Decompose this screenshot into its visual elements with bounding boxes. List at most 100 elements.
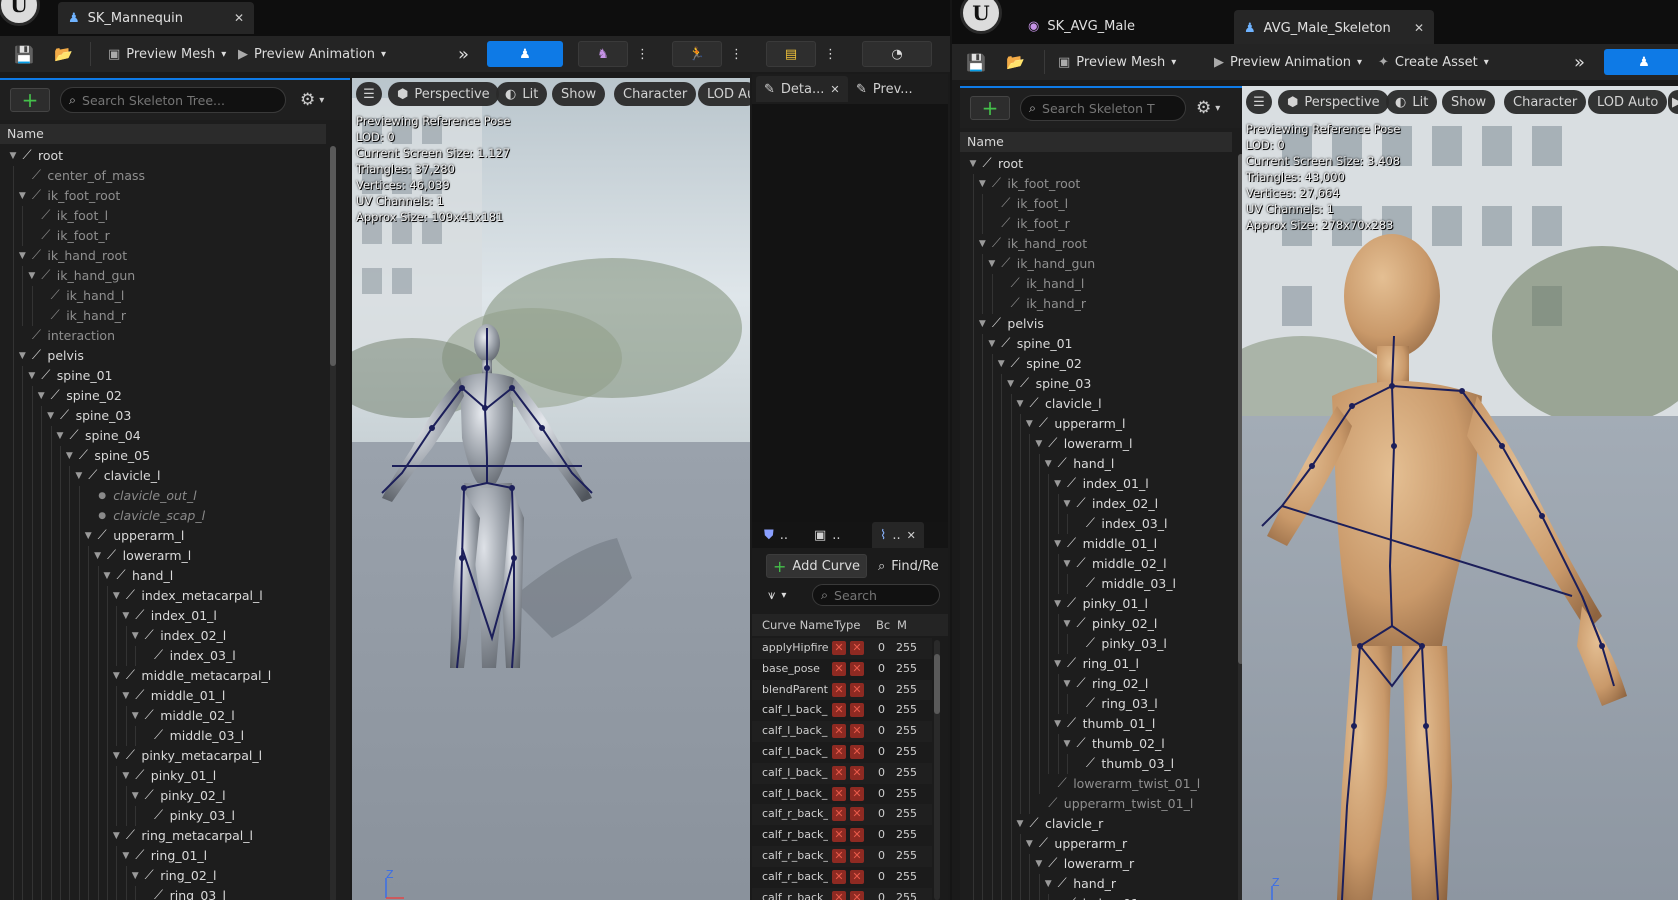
tree-row[interactable]: ⟋ ik_hand_r — [960, 294, 1232, 314]
tree-row[interactable]: ▼ ⟋ ik_hand_gun — [960, 254, 1232, 274]
tree-row[interactable]: ▼ ⟋ ik_foot_root — [0, 186, 326, 206]
morph-target-curve-icon[interactable]: ✕ — [832, 765, 846, 780]
tree-row[interactable]: ▼ ⟋ ik_hand_root — [960, 234, 1232, 254]
perspective-button[interactable]: ⬢ Perspective — [388, 82, 499, 106]
tree-settings-button[interactable]: ⚙ ▾ — [300, 88, 324, 112]
tree-row[interactable]: ▼ ⟋ pinky_02_l — [0, 786, 326, 806]
expand-arrow-icon[interactable]: ▼ — [1062, 734, 1072, 754]
expand-arrow-icon[interactable]: ▼ — [36, 386, 46, 406]
expand-arrow-icon[interactable]: ▼ — [1062, 674, 1072, 694]
morph-target-curve-icon[interactable]: ✕ — [832, 890, 846, 900]
tree-row[interactable]: ▼ ⟋ pelvis — [0, 346, 326, 366]
scrollbar-thumb[interactable] — [934, 654, 940, 714]
expand-arrow-icon[interactable]: ▼ — [46, 406, 56, 426]
tree-row[interactable]: ▼ ⟋ hand_l — [960, 454, 1232, 474]
tree-row[interactable]: ⟋ middle_03_l — [0, 726, 326, 746]
add-bone-button[interactable]: + — [10, 88, 50, 112]
lit-button[interactable]: ◐ Lit — [496, 82, 548, 106]
tree-row[interactable]: ▼ ⟋ middle_02_l — [960, 554, 1232, 574]
tree-row[interactable]: ⟋ ik_foot_l — [960, 194, 1232, 214]
expand-arrow-icon[interactable]: ▼ — [968, 154, 978, 174]
curve-row[interactable]: calf_l_back_5 ✕ ✕ 0 255 — [752, 700, 932, 721]
lod-button[interactable]: LOD Auto — [698, 82, 750, 106]
physics-mode-button[interactable]: ◔ — [862, 41, 932, 67]
play-button[interactable]: ▶ — [1668, 90, 1678, 114]
tree-row[interactable]: ▼ ⟋ pinky_metacarpal_l — [0, 746, 326, 766]
character-button[interactable]: Character — [1504, 90, 1587, 114]
material-curve-icon[interactable]: ✕ — [850, 869, 864, 884]
expand-arrow-icon[interactable]: ▼ — [1053, 534, 1063, 554]
material-curve-icon[interactable]: ✕ — [850, 890, 864, 900]
tree-row[interactable]: ● clavicle_out_l — [0, 486, 326, 506]
tree-row[interactable]: ⟋ ik_hand_l — [0, 286, 326, 306]
tab-anim-curves[interactable]: ⌇ .. ✕ — [872, 522, 924, 548]
material-curve-icon[interactable]: ✕ — [850, 807, 864, 822]
tree-row[interactable]: ▼ ⟋ middle_01_l — [960, 534, 1232, 554]
expand-arrow-icon[interactable]: ▼ — [121, 686, 131, 706]
find-replace-button[interactable]: ⌕ Find/Re — [872, 554, 945, 578]
expand-arrow-icon[interactable]: ▼ — [1034, 854, 1044, 874]
tab-details[interactable]: ✎ Deta... ✕ — [756, 76, 848, 102]
close-icon[interactable]: ✕ — [234, 11, 244, 25]
scrollbar-thumb[interactable] — [330, 146, 336, 366]
toolbar-overflow-icon[interactable]: » — [1568, 49, 1591, 75]
viewport-options-button[interactable]: ☰ — [1246, 90, 1272, 114]
tab-preview-settings[interactable]: ✎ Prev... — [848, 76, 921, 102]
tree-row[interactable]: ▼ ⟋ spine_01 — [0, 366, 326, 386]
expand-arrow-icon[interactable]: ▼ — [1062, 614, 1072, 634]
tree-row[interactable]: ⟋ center_of_mass — [0, 166, 326, 186]
material-curve-icon[interactable]: ✕ — [850, 661, 864, 676]
morph-target-curve-icon[interactable]: ✕ — [832, 786, 846, 801]
skeleton-mode-button[interactable]: ♟ — [487, 41, 563, 67]
expand-arrow-icon[interactable]: ▼ — [987, 334, 997, 354]
expand-arrow-icon[interactable]: ▼ — [1053, 894, 1063, 900]
material-curve-icon[interactable]: ✕ — [850, 682, 864, 697]
expand-arrow-icon[interactable]: ▼ — [1062, 554, 1072, 574]
tree-row[interactable]: ⟋ ik_hand_r — [0, 306, 326, 326]
expand-arrow-icon[interactable]: ▼ — [121, 846, 131, 866]
tree-row[interactable]: ▼ ⟋ clavicle_r — [960, 814, 1232, 834]
expand-arrow-icon[interactable]: ▼ — [977, 234, 987, 254]
curve-search-input[interactable] — [834, 587, 931, 603]
tree-row[interactable]: ▼⟋ index_01_r — [960, 894, 1232, 900]
expand-arrow-icon[interactable]: ▼ — [121, 766, 131, 786]
lit-button[interactable]: ◐ Lit — [1386, 90, 1438, 114]
morph-target-curve-icon[interactable]: ✕ — [832, 641, 846, 655]
morph-target-curve-icon[interactable]: ✕ — [832, 724, 846, 739]
tree-row[interactable]: ▼ ⟋ ring_01_l — [960, 654, 1232, 674]
preview-mesh-button[interactable]: ▣ Preview Mesh ▾ — [1052, 49, 1182, 75]
tree-row[interactable]: ▼ ⟋ index_02_l — [0, 626, 326, 646]
tree-row[interactable]: ⟋ upperarm_twist_01_l — [960, 794, 1232, 814]
expand-arrow-icon[interactable]: ▼ — [1062, 494, 1072, 514]
tree-row[interactable]: ▼ ⟋ index_01_l — [960, 474, 1232, 494]
tree-row[interactable]: ▼ ⟋ ik_foot_root — [960, 174, 1232, 194]
left-viewport[interactable]: ☰ ⬢ Perspective ◐ Lit Show Character LOD A… — [352, 78, 750, 900]
morph-target-curve-icon[interactable]: ✕ — [832, 869, 846, 884]
expand-arrow-icon[interactable]: ▼ — [55, 426, 65, 446]
expand-arrow-icon[interactable]: ▼ — [130, 866, 140, 886]
tree-row[interactable]: ⟋ ik_foot_r — [960, 214, 1232, 234]
tab-blend-profile[interactable]: ⛊.. — [756, 522, 796, 548]
curve-row[interactable]: calf_r_back_1 ✕ ✕ 0 255 — [752, 845, 932, 867]
tree-row[interactable]: ▼ ⟋ hand_l — [0, 566, 326, 586]
unreal-logo-icon[interactable]: U — [0, 0, 40, 26]
preview-animation-button[interactable]: ▶ Preview Animation ▾ — [232, 41, 392, 67]
mesh-mode-button[interactable]: ♞ — [578, 41, 628, 67]
expand-arrow-icon[interactable]: ▼ — [17, 346, 27, 366]
expand-arrow-icon[interactable]: ▼ — [1024, 834, 1034, 854]
tree-row[interactable]: ▼ ⟋ ring_02_l — [0, 866, 326, 886]
tree-row[interactable]: ▼ ⟋ lowerarm_l — [0, 546, 326, 566]
expand-arrow-icon[interactable]: ▼ — [17, 246, 27, 266]
material-curve-icon[interactable]: ✕ — [850, 724, 864, 739]
preview-mesh-button[interactable]: ▣ Preview Mesh ▾ — [102, 41, 232, 67]
morph-target-curve-icon[interactable]: ✕ — [832, 703, 846, 718]
curve-scrollbar[interactable] — [934, 640, 940, 900]
expand-arrow-icon[interactable]: ▼ — [1043, 874, 1053, 894]
tree-row[interactable]: ⟋ thumb_03_l — [960, 754, 1232, 774]
type-header[interactable]: Type — [834, 614, 860, 636]
tree-row[interactable]: ▼ ⟋ upperarm_l — [0, 526, 326, 546]
expand-arrow-icon[interactable]: ▼ — [121, 606, 131, 626]
character-button[interactable]: Character — [614, 82, 697, 106]
perspective-button[interactable]: ⬢ Perspective — [1278, 90, 1389, 114]
tree-row[interactable]: ⟋ pinky_03_l — [960, 634, 1232, 654]
